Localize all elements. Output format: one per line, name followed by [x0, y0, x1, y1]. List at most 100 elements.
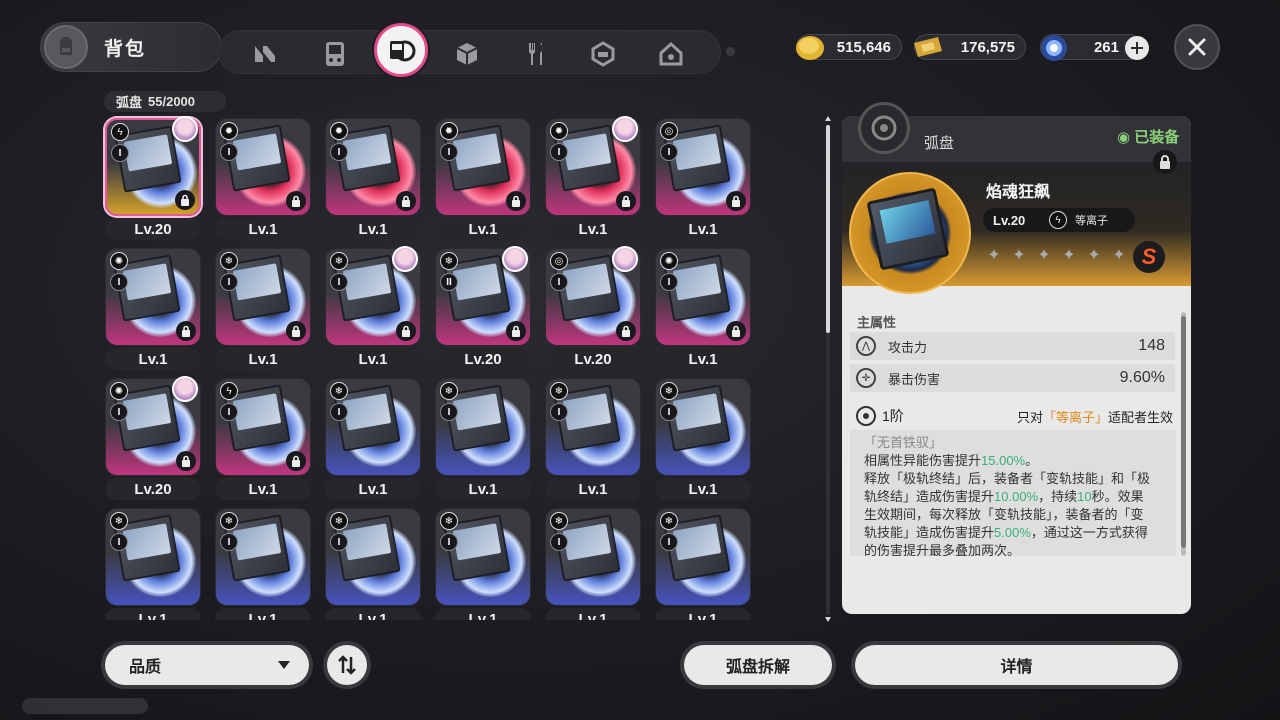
currency-polychrome: 261 — [1040, 34, 1149, 61]
tab-tapes[interactable] — [585, 36, 621, 72]
disc-level-label: Lv.1 — [435, 608, 531, 620]
disc-card[interactable]: ❄ I Lv.1 — [105, 508, 201, 620]
disc-card[interactable]: ✹ I Lv.1 — [325, 118, 421, 242]
star-icon: ✦ — [1062, 247, 1076, 264]
inventory-category: 弧盘 — [116, 95, 143, 110]
equipped-agent-avatar — [612, 246, 638, 272]
disc-card[interactable]: ❄ I Lv.1 — [215, 248, 311, 372]
drive-disc-category-icon — [858, 102, 910, 154]
set-effect-description[interactable]: 「无首铁驭」 相属性异能伤害提升15.00%。 释放「极轨终结」后，装备者「变轨技… — [850, 430, 1176, 556]
disc-level-label: Lv.20 — [105, 218, 201, 240]
attack-icon: ⋀ — [856, 336, 876, 356]
fire-attribute-icon: ✺ — [110, 382, 128, 400]
add-polychrome-button[interactable] — [1125, 36, 1149, 60]
disc-name: 焰魂狂飙 — [986, 184, 1051, 201]
grid-scroll-thumb[interactable] — [826, 125, 830, 333]
quality-filter-dropdown[interactable]: 品质 — [101, 641, 313, 689]
page-title: 背包 — [104, 38, 147, 60]
disc-level-label: Lv.20 — [435, 348, 531, 370]
tab-materials[interactable] — [449, 36, 485, 72]
physical-attribute-icon: ✹ — [330, 122, 348, 140]
slot-number: I — [660, 403, 678, 421]
disc-card[interactable]: ❄ I Lv.1 — [545, 508, 641, 620]
disc-card[interactable]: ◎ I Lv.20 — [545, 246, 641, 372]
slot-number: I — [220, 273, 238, 291]
tab-food[interactable] — [517, 36, 553, 72]
disc-card[interactable]: ❄ I Lv.1 — [655, 378, 751, 502]
disc-card[interactable]: ✹ I Lv.1 — [435, 118, 531, 242]
tab-console[interactable] — [317, 36, 353, 72]
disc-card[interactable]: ϟ I Lv.1 — [215, 378, 311, 502]
effect-text: 15.00% — [981, 453, 1026, 468]
slot-number: I — [440, 403, 458, 421]
star-icon: ✦ — [1012, 247, 1026, 264]
close-button[interactable] — [1174, 24, 1220, 70]
equipped-agent-avatar — [172, 376, 198, 402]
slot-number: I — [220, 143, 238, 161]
sort-order-button[interactable] — [323, 641, 371, 689]
stat-value: 9.60% — [1119, 369, 1165, 386]
close-icon — [1188, 38, 1206, 56]
tab-home[interactable] — [653, 36, 689, 72]
physical-attribute-icon: ✹ — [550, 122, 568, 140]
restriction-suffix: 适配者生效 — [1107, 409, 1173, 425]
set-effect-header: 1阶 只对「等离子」适配者生效 — [850, 402, 1175, 430]
disc-level-label: Lv.1 — [215, 218, 311, 240]
lock-icon — [396, 321, 416, 341]
ice-attribute-icon: ❄ — [330, 382, 348, 400]
disc-card[interactable]: ❄ I Lv.1 — [435, 378, 531, 502]
disc-level-attribute: Lv.20 ϟ 等离子 — [983, 208, 1135, 232]
disc-card[interactable]: ✺ I Lv.1 — [655, 248, 751, 372]
disc-card[interactable]: ❄ I Lv.1 — [435, 508, 531, 620]
grid-scrollbar[interactable] — [825, 115, 831, 623]
plus-icon — [1131, 42, 1143, 54]
disc-card[interactable]: ϟ I Lv.20 — [105, 116, 201, 242]
effect-text: 轨终结」造成伤害提升 — [864, 489, 995, 504]
effect-text: ，通过这一方式获得 — [1030, 525, 1148, 540]
disc-card[interactable]: ❄ II Lv.20 — [435, 246, 531, 372]
disc-card[interactable]: ◎ I Lv.1 — [655, 118, 751, 242]
disc-level: Lv.20 — [993, 212, 1026, 228]
ice-attribute-icon: ❄ — [440, 252, 458, 270]
tab-drive-disc[interactable] — [374, 23, 428, 77]
disc-level-label: Lv.1 — [435, 478, 531, 500]
dennies-coin-icon — [796, 36, 824, 60]
uid-blurred — [22, 698, 148, 714]
main-stat-title: 主属性 — [857, 315, 897, 330]
restriction-prefix: 只对 — [1016, 409, 1043, 425]
disc-card[interactable]: ❄ I Lv.1 — [325, 246, 421, 372]
details-button[interactable]: 详情 — [851, 641, 1182, 689]
chevron-down-icon — [278, 661, 290, 669]
inventory-count-value: 55/2000 — [148, 94, 196, 109]
tab-scroll-dot — [726, 47, 735, 56]
disc-card[interactable]: ❄ I Lv.1 — [655, 508, 751, 620]
slot-number: I — [660, 143, 678, 161]
house-icon — [659, 41, 683, 66]
inventory-count: 弧盘 55/2000 — [104, 91, 226, 112]
disc-level-label: Lv.1 — [105, 348, 201, 370]
quality-filter-label: 品质 — [129, 659, 162, 676]
disc-card[interactable]: ✹ I Lv.1 — [215, 118, 311, 242]
effect-line: 释放「极轨终结」后，装备者「变轨技能」和「极 — [864, 470, 1166, 488]
disc-card[interactable]: ❄ I Lv.1 — [325, 508, 421, 620]
disc-card[interactable]: ✹ I Lv.1 — [545, 116, 641, 242]
effect-text: 10 — [1077, 489, 1092, 504]
tape-icon — [591, 41, 615, 67]
disc-card[interactable]: ❄ I Lv.1 — [215, 508, 311, 620]
dismantle-button[interactable]: 弧盘拆解 — [680, 641, 836, 689]
tab-n-logo[interactable] — [247, 36, 283, 72]
disc-card[interactable]: ❄ I Lv.1 — [325, 378, 421, 502]
lock-icon — [506, 321, 526, 341]
disc-card[interactable]: ✺ I Lv.20 — [105, 376, 201, 502]
stat-row-crit-damage: ✛ 暴击伤害 9.60% — [850, 364, 1175, 392]
disc-level-label: Lv.1 — [545, 478, 641, 500]
category-tab-bar — [218, 23, 721, 77]
effect-line: 轨技能」造成伤害提升5.00%，通过这一方式获得 — [864, 524, 1166, 542]
disc-level-label: Lv.1 — [545, 608, 641, 620]
disc-card[interactable]: ✺ I Lv.1 — [105, 248, 201, 372]
disc-card[interactable]: ❄ I Lv.1 — [545, 378, 641, 502]
ice-attribute-icon: ❄ — [220, 252, 238, 270]
lock-toggle[interactable] — [1153, 150, 1177, 174]
detail-scroll-thumb[interactable] — [1181, 316, 1186, 548]
lock-icon — [506, 191, 526, 211]
